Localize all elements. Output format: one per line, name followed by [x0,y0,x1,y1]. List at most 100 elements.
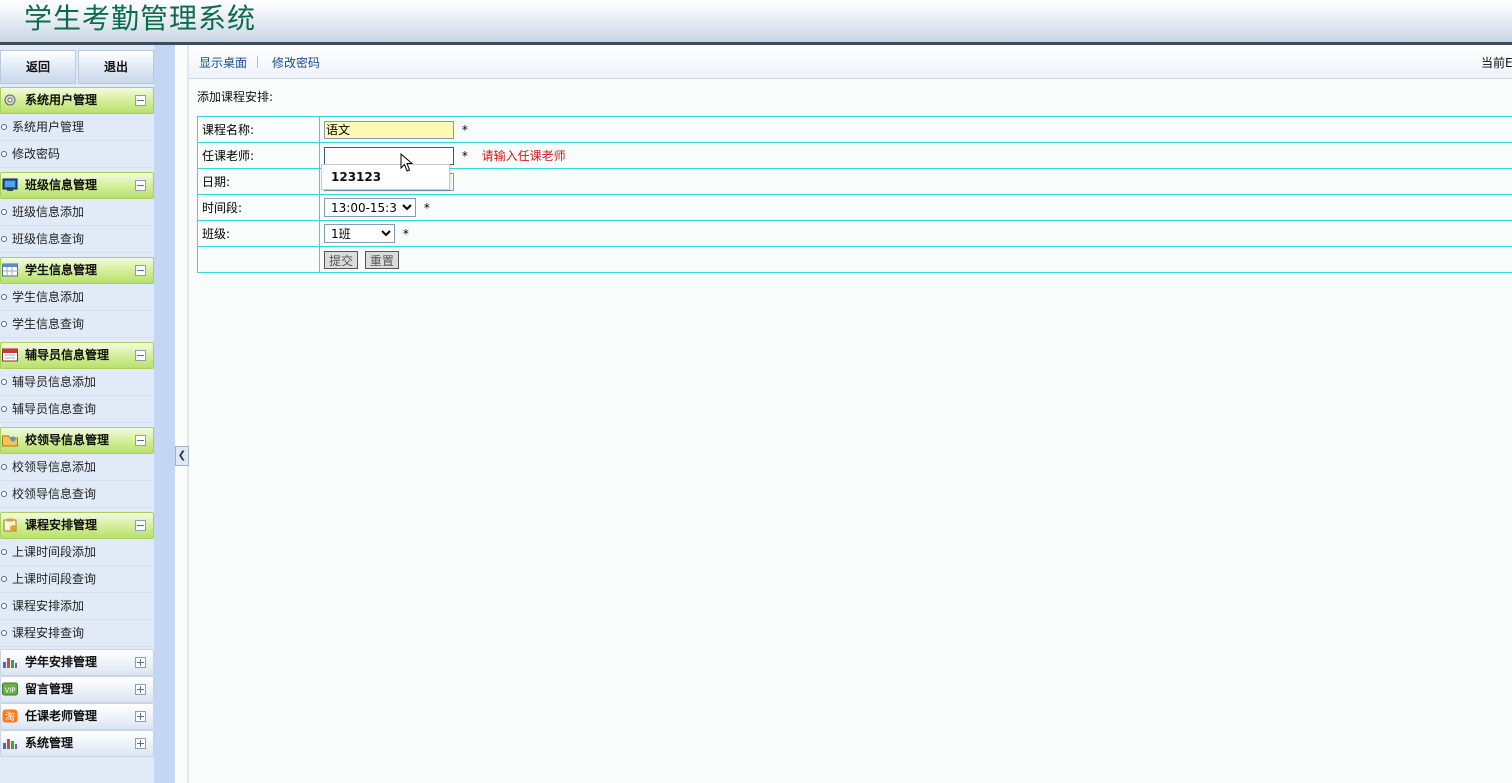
vip-icon: VIP [2,682,18,696]
sidebar-menu-item[interactable]: 学生信息查询 [0,311,154,338]
sidebar-menu-item-label: 学生信息添加 [12,290,85,304]
calendar-grid-icon [2,263,18,277]
menu-group-label: 任课老师管理 [25,709,98,723]
sidebar-menu-item-label: 校领导信息查询 [12,487,97,501]
sidebar-menu-item-label: 班级信息添加 [12,205,85,219]
bullet-icon [1,549,7,555]
collapse-minus-icon[interactable] [135,265,146,276]
back-button[interactable]: 返回 [0,50,76,84]
sidebar-menu-item-label: 修改密码 [12,147,61,161]
bullet-icon [1,151,7,157]
bullet-icon [1,406,7,412]
sidebar-menu-item-label: 上课时间段查询 [12,572,97,586]
gear-icon [4,94,16,106]
form-row-class: 班级: 1班 * [197,220,1512,247]
app-title: 学生考勤管理系统 [24,2,257,35]
menu-group-header[interactable]: 课程安排管理 [0,512,154,539]
top-navbar: 显示桌面 修改密码 当前E [189,45,1512,79]
sidebar-menu-item-label: 班级信息查询 [12,232,85,246]
sidebar-menu-item[interactable]: 辅导员信息添加 [0,369,154,396]
sidebar-menu-item[interactable]: 课程安排添加 [0,593,154,620]
class-select[interactable]: 1班 [324,224,395,243]
menu-group-header[interactable]: 校领导信息管理 [0,427,154,454]
svg-text:淘: 淘 [5,710,15,723]
collapse-minus-icon[interactable] [135,180,146,191]
sidebar-menu-item[interactable]: 上课时间段查询 [0,566,154,593]
menu-group-header[interactable]: 系统管理 [0,730,154,757]
required-mark: * [402,226,409,241]
sidebar-menu-item-label: 学生信息查询 [12,317,85,331]
sidebar-menu-item[interactable]: 班级信息添加 [0,199,154,226]
sidebar-menu-item-label: 校领导信息添加 [12,460,97,474]
menu-group: 校领导信息管理校领导信息添加 校领导信息查询 [0,427,154,508]
folder-user-icon [2,435,18,447]
page-title: 添加课程安排: [197,90,274,104]
sidebar-menu-item[interactable]: 辅导员信息查询 [0,396,154,423]
collapse-sidebar-chevron-icon[interactable]: ❮ [175,446,189,466]
sidebar-menu-item[interactable]: 学生信息添加 [0,284,154,311]
menu-group: 学年安排管理 [0,649,154,676]
svg-text:VIP: VIP [4,687,15,695]
sidebar-top-buttons: 返回 退出 [0,50,154,84]
collapse-minus-icon[interactable] [135,435,146,446]
expand-plus-icon[interactable] [135,711,146,722]
menu-group-header[interactable]: 学年安排管理 [0,649,154,676]
sidebar-menu-item[interactable]: 上课时间段添加 [0,539,154,566]
collapse-minus-icon[interactable] [135,520,146,531]
required-mark: * [461,148,468,163]
menu-group: 班级信息管理班级信息添加 班级信息查询 [0,172,154,253]
divider [257,56,258,68]
form-row-course-name: 课程名称: * [197,116,1512,143]
expand-plus-icon[interactable] [135,684,146,695]
menu-group: VIP 留言管理 [0,676,154,703]
sidebar-menu-item-label: 辅导员信息查询 [12,402,97,416]
menu-group-label: 学生信息管理 [25,263,98,277]
sidebar-menu-item[interactable]: 校领导信息查询 [0,481,154,508]
sidebar-menu-item-label: 辅导员信息添加 [12,375,97,389]
menu-group-header[interactable]: 淘任课老师管理 [0,703,154,730]
bullet-icon [1,491,7,497]
sidebar-menu-item[interactable]: 校领导信息添加 [0,454,154,481]
show-desktop-link[interactable]: 显示桌面 [199,54,247,71]
menu-group: 淘任课老师管理 [0,703,154,730]
menu-group-label: 系统管理 [25,736,74,750]
sidebar-menu-item[interactable]: 修改密码 [0,141,154,168]
clipboard-icon [3,518,17,532]
change-password-link[interactable]: 修改密码 [272,54,320,71]
expand-plus-icon[interactable] [135,738,146,749]
teacher-error-message: 请输入任课老师 [481,149,566,163]
expand-plus-icon[interactable] [135,657,146,668]
bullet-icon [1,603,7,609]
bullet-icon [1,576,7,582]
collapse-minus-icon[interactable] [135,350,146,361]
sidebar-menu-item[interactable]: 课程安排查询 [0,620,154,647]
sidebar-menu-item[interactable]: 系统用户管理 [0,114,154,141]
menu-group-header[interactable]: VIP 留言管理 [0,676,154,703]
menu-group: 系统用户管理 系统用户管理修改密码 [0,87,154,168]
menu-group-label: 留言管理 [25,682,74,696]
course-schedule-form: 课程名称: * 任课老师: * 请输入任课老师 日期: 时间段: [197,116,1512,273]
bullet-icon [1,464,7,470]
reset-button[interactable]: 重置 [364,250,399,269]
menu-group-label: 辅导员信息管理 [25,348,110,362]
monitor-icon [2,178,18,191]
menu-group-header[interactable]: 辅导员信息管理 [0,342,154,369]
teacher-label: 任课老师: [197,142,320,169]
submit-button[interactable]: 提交 [324,250,359,269]
teacher-input[interactable] [324,146,454,165]
sidebar-menu-item[interactable]: 班级信息查询 [0,226,154,253]
course-name-input[interactable] [324,120,454,139]
menu-group-header[interactable]: 系统用户管理 [0,87,154,114]
bullet-icon [1,236,7,242]
bar-chart-icon [3,739,17,749]
app-header: 学生考勤管理系统 [0,0,1512,45]
time-slot-select[interactable]: 13:00-15:30 [324,198,416,217]
menu-group: 学生信息管理学生信息添加 学生信息查询 [0,257,154,338]
menu-group-header[interactable]: 班级信息管理 [0,172,154,199]
collapse-minus-icon[interactable] [135,95,146,106]
menu-group-header[interactable]: 学生信息管理 [0,257,154,284]
logout-button[interactable]: 退出 [78,50,154,84]
form-row-time-slot: 时间段: 13:00-15:30 * [197,194,1512,221]
bullet-icon [1,294,7,300]
autocomplete-option[interactable]: 123123 [331,170,381,184]
